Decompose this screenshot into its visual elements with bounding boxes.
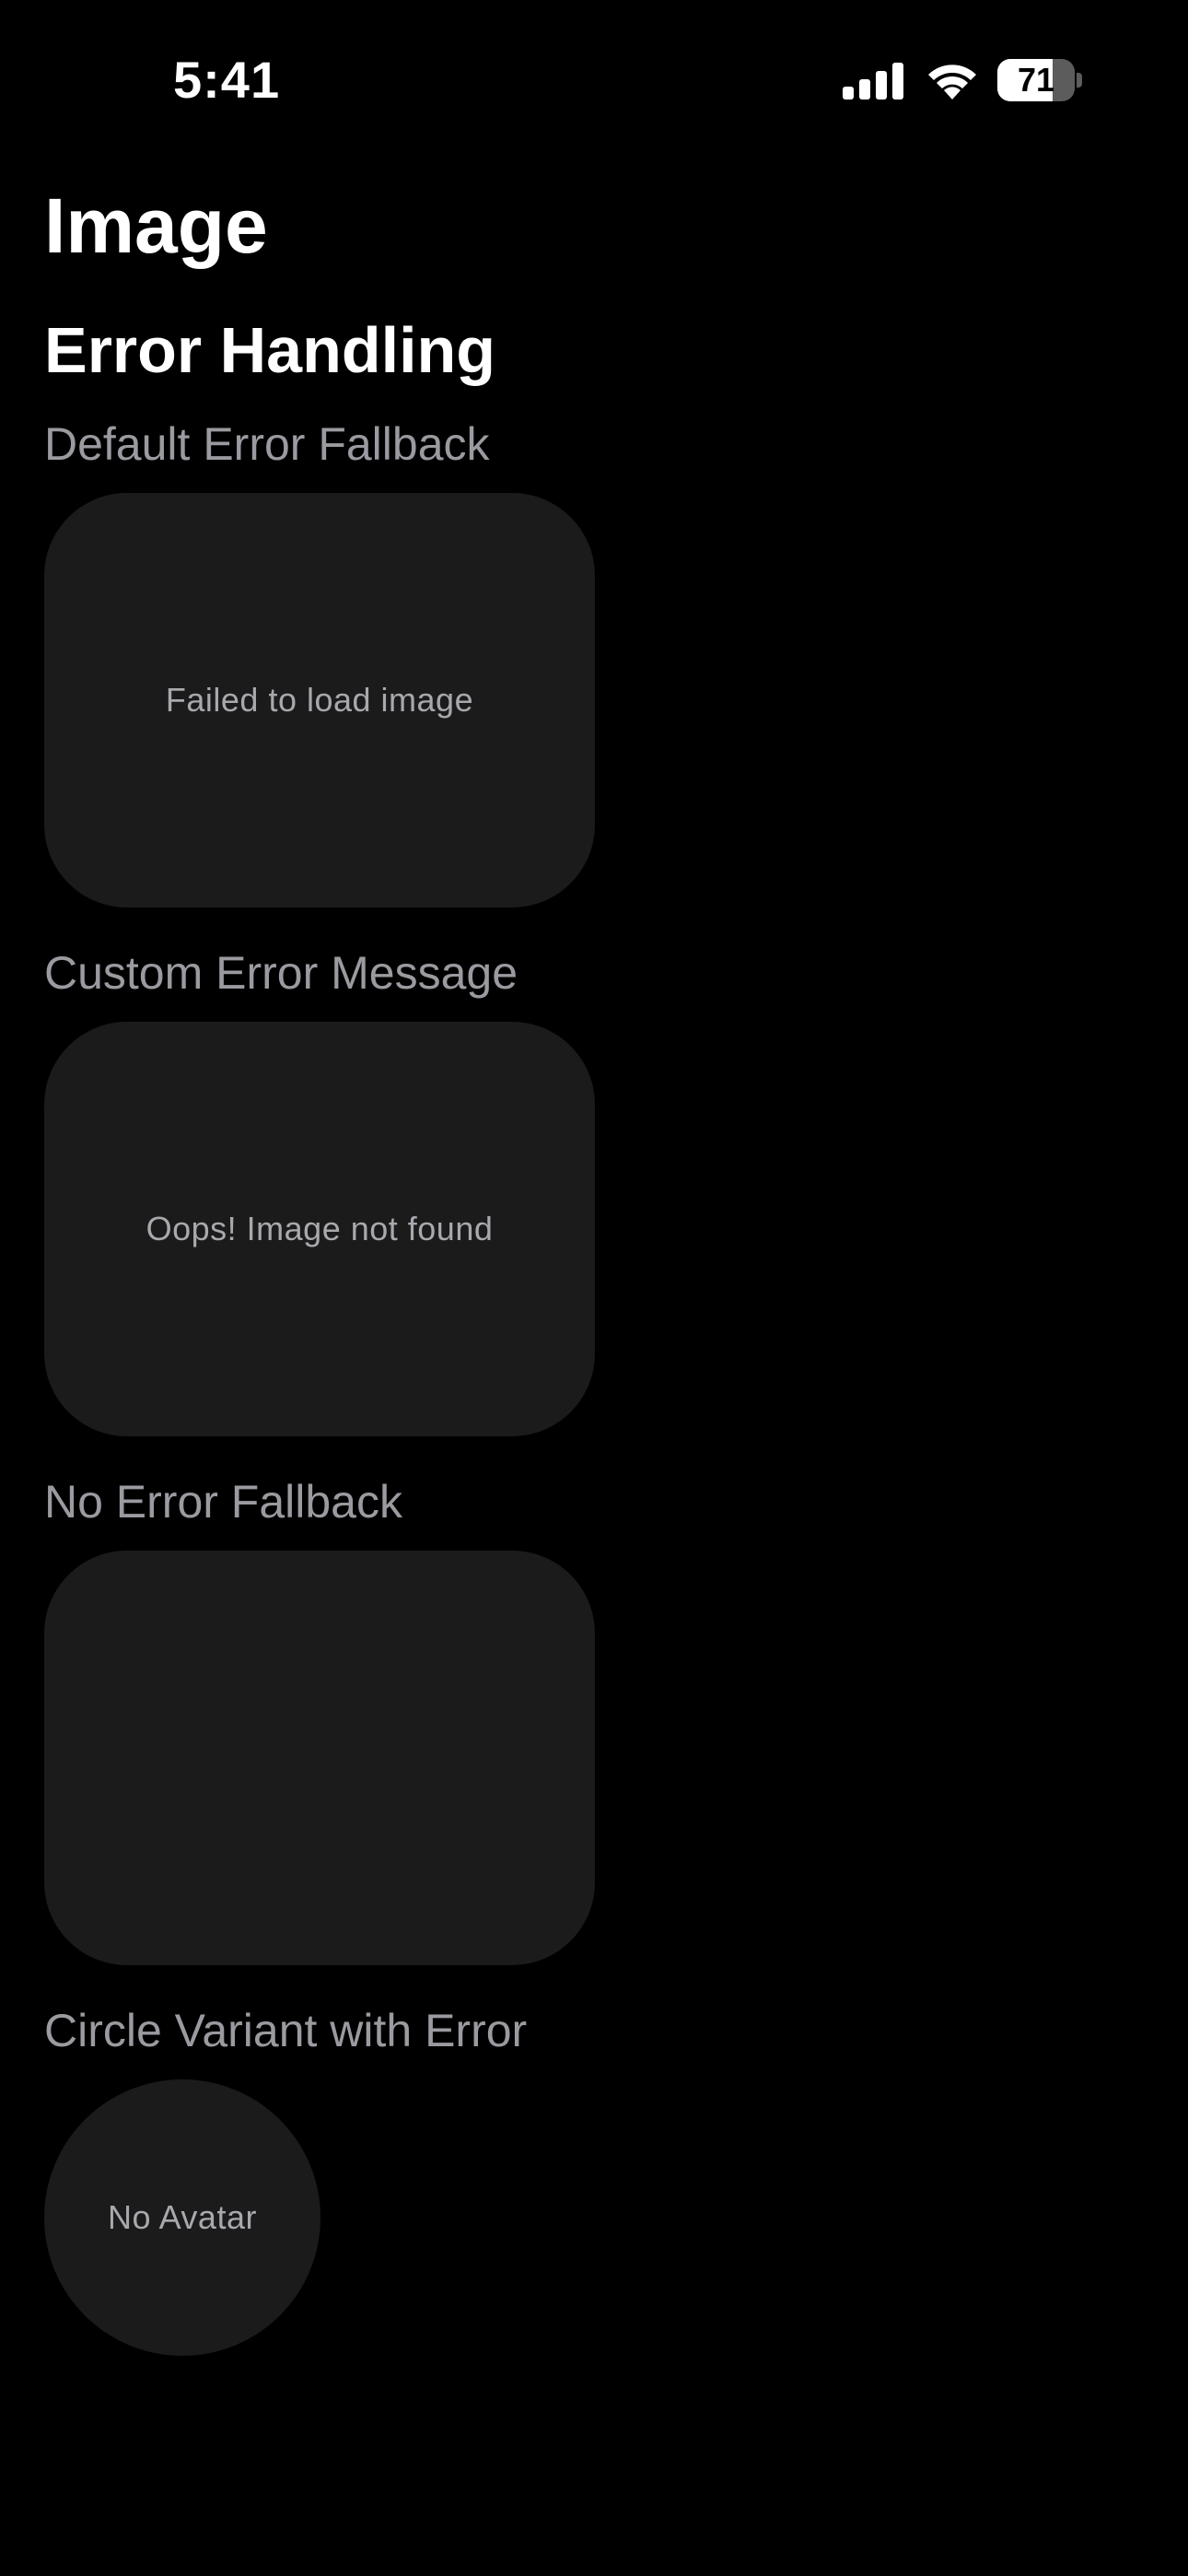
example-label-circle-variant: Circle Variant with Error [44, 2005, 528, 2056]
image-placeholder-no-fallback [44, 1551, 595, 1965]
section-title: Error Handling [44, 314, 496, 386]
signal-icon [843, 61, 905, 100]
battery-level: 71 [1017, 61, 1055, 99]
status-bar: 5:41 71 [0, 0, 1188, 157]
error-message: Oops! Image not found [146, 1210, 494, 1247]
image-placeholder-default-error: Failed to load image [44, 493, 595, 907]
avatar-placeholder: No Avatar [44, 2079, 320, 2356]
example-label-no-fallback: No Error Fallback [44, 1476, 402, 1528]
battery-icon: 71 [997, 59, 1082, 101]
image-placeholder-custom-error: Oops! Image not found [44, 1022, 595, 1436]
page-title: Image [44, 182, 268, 269]
wifi-icon [928, 64, 976, 100]
main-content: Image Error Handling Default Error Fallb… [44, 175, 1144, 2356]
example-label-default-error: Default Error Fallback [44, 418, 490, 470]
error-message: Failed to load image [165, 681, 474, 719]
error-message: No Avatar [108, 2198, 257, 2236]
example-label-custom-error: Custom Error Message [44, 947, 518, 999]
status-time: 5:41 [173, 51, 281, 109]
